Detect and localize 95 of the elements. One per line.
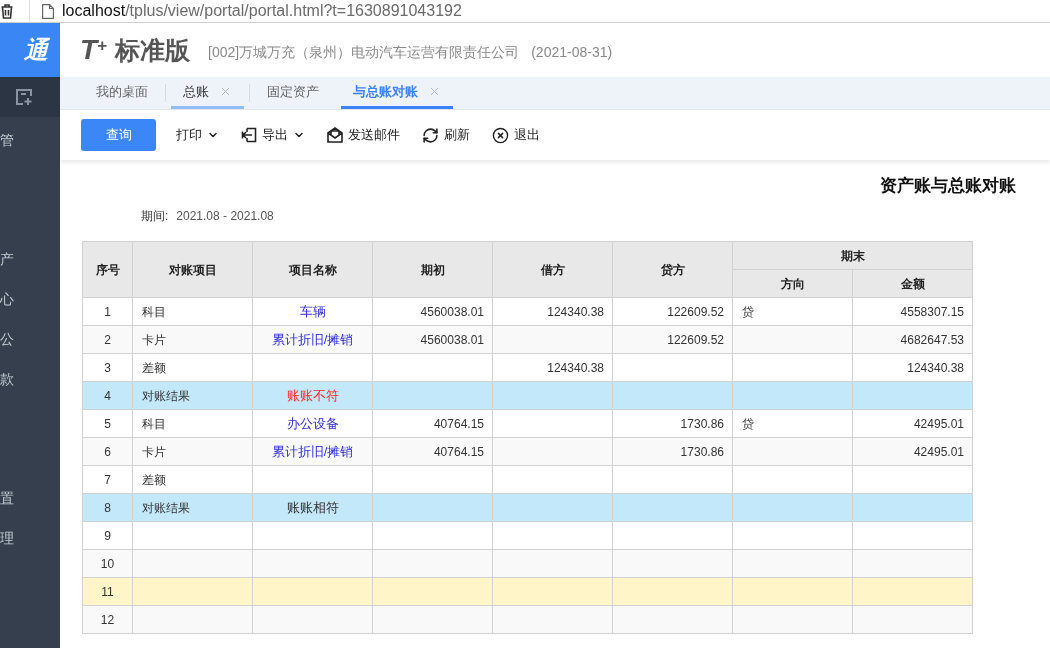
table-cell: 卡片 bbox=[132, 325, 253, 354]
sidebar-item[interactable]: 心 bbox=[0, 288, 14, 310]
page-icon bbox=[42, 3, 54, 19]
table-row[interactable]: 7 差额 bbox=[82, 465, 973, 494]
trash-icon[interactable] bbox=[1, 3, 13, 19]
item-name: 累计折旧/摊销 bbox=[271, 443, 354, 459]
table-row[interactable]: 11 bbox=[82, 577, 973, 606]
table-cell: 4560038.01 bbox=[372, 297, 493, 326]
table-cell: 1 bbox=[82, 297, 133, 326]
table-cell: 8 bbox=[82, 493, 133, 522]
table-cell: 卡片 bbox=[132, 437, 253, 466]
query-button[interactable]: 查询 bbox=[81, 119, 156, 151]
export-icon bbox=[241, 127, 257, 143]
item-name: 账账相符 bbox=[286, 499, 339, 515]
table-row[interactable]: 5 科目 办公设备 40764.15 1730.86 贷 42495.01 bbox=[82, 409, 973, 438]
brand-banner: 通 bbox=[0, 23, 60, 77]
report-title: 资产账与总账对账 bbox=[880, 176, 1016, 196]
column-header: 对账项目 bbox=[132, 241, 253, 298]
product-logo: T$^{+}$ bbox=[80, 36, 108, 64]
refresh-icon bbox=[422, 126, 439, 144]
item-name: 车辆 bbox=[299, 303, 326, 319]
table-cell: 9 bbox=[82, 521, 133, 550]
table-cell: 差额 bbox=[132, 465, 253, 494]
table-cell: 42495.01 bbox=[852, 437, 973, 466]
table-row[interactable]: 4 对账结果 账账不符 bbox=[82, 381, 973, 410]
table-cell: 6 bbox=[82, 437, 133, 466]
toolbar-button[interactable]: 刷新 bbox=[422, 125, 470, 145]
table-row[interactable]: 6 卡片 累计折旧/摊销 40764.15 1730.86 42495.01 bbox=[82, 437, 973, 466]
item-name: 账账不符 bbox=[286, 387, 339, 403]
column-header: 序号 bbox=[82, 241, 133, 298]
toolbar-button[interactable]: 发送邮件 bbox=[327, 125, 400, 145]
table-cell: 贷 bbox=[732, 409, 853, 438]
table-cell: 科目 bbox=[132, 297, 253, 326]
table-row[interactable]: 10 bbox=[82, 549, 973, 578]
table-cell: 1730.86 bbox=[612, 437, 733, 466]
table-cell: 124340.38 bbox=[492, 353, 613, 382]
table-cell: 贷 bbox=[732, 297, 853, 326]
table-cell: 1730.86 bbox=[612, 409, 733, 438]
column-header: 期初 bbox=[372, 241, 493, 298]
table-cell: 科目 bbox=[132, 409, 253, 438]
table-cell: 4682647.53 bbox=[852, 325, 973, 354]
column-header: 方向 bbox=[732, 269, 853, 298]
address-field[interactable]: localhost/tplus/view/portal/portal.html?t=1630891043192 bbox=[29, 0, 1050, 22]
table-cell: 对账结果 bbox=[132, 493, 253, 522]
table-row[interactable]: 1 科目 车辆 4560038.01 124340.38 122609.52 贷 4558307.15 bbox=[82, 297, 973, 326]
column-header: 期末 bbox=[732, 241, 973, 270]
table-row[interactable]: 2 卡片 累计折旧/摊销 4560038.01 122609.52 4682647.53 bbox=[82, 325, 973, 354]
table-cell: 124340.38 bbox=[492, 297, 613, 326]
table-cell: 3 bbox=[82, 353, 133, 382]
table-cell: 122609.52 bbox=[612, 325, 733, 354]
table-cell: 4560038.01 bbox=[372, 325, 493, 354]
column-header: 贷方 bbox=[612, 241, 733, 298]
table-row[interactable]: 8 对账结果 账账相符 bbox=[82, 493, 973, 522]
period-value: 2021.08 - 2021.08 bbox=[176, 208, 274, 225]
table-row[interactable]: 9 bbox=[82, 521, 973, 550]
sidebar-item[interactable]: 置 bbox=[0, 487, 14, 509]
sidebar-item[interactable]: 产 bbox=[0, 248, 14, 270]
table-cell: 5 bbox=[82, 409, 133, 438]
toolbar-button[interactable]: 打印 bbox=[176, 125, 219, 145]
sidebar-item[interactable]: 公 bbox=[0, 328, 14, 350]
tab[interactable]: 我的桌面 bbox=[84, 77, 160, 109]
envelope-icon bbox=[327, 127, 343, 143]
item-name: 累计折旧/摊销 bbox=[271, 331, 354, 347]
table-cell: 对账结果 bbox=[132, 381, 253, 410]
sidebar-item[interactable]: 理 bbox=[0, 527, 14, 549]
column-header: 项目名称 bbox=[252, 241, 373, 298]
table-cell: 差额 bbox=[132, 353, 253, 382]
column-header: 借方 bbox=[492, 241, 613, 298]
table-cell: 4558307.15 bbox=[852, 297, 973, 326]
table-row[interactable]: 3 差额 124340.38 124340.38 bbox=[82, 353, 973, 382]
table-cell: 7 bbox=[82, 465, 133, 494]
period-label: 期间: bbox=[141, 208, 169, 225]
table-row[interactable]: 12 bbox=[82, 605, 973, 634]
table-cell: 4 bbox=[82, 381, 133, 410]
toolbar-button[interactable]: 退出 bbox=[492, 125, 540, 145]
column-header: 金额 bbox=[852, 269, 973, 298]
table-cell: 40764.15 bbox=[372, 437, 493, 466]
edition-title: 标准版 bbox=[115, 37, 191, 63]
sidebar-item[interactable]: 管 bbox=[0, 129, 14, 151]
table-cell: 122609.52 bbox=[612, 297, 733, 326]
tab[interactable]: 固定资产 bbox=[255, 77, 331, 109]
company-name: [002]万城万充（泉州）电动汽车运营有限责任公司 bbox=[208, 42, 520, 62]
table-cell: 42495.01 bbox=[852, 409, 973, 438]
report-date: (2021-08-31) bbox=[531, 42, 613, 62]
close-circle-icon bbox=[492, 126, 509, 144]
square-plus-icon[interactable] bbox=[15, 88, 33, 106]
table-cell: 11 bbox=[82, 577, 133, 606]
table-cell: 2 bbox=[82, 325, 133, 354]
sidebar-item[interactable]: 款 bbox=[0, 368, 14, 390]
table-cell: 10 bbox=[82, 549, 133, 578]
toolbar-button[interactable]: 导出 bbox=[241, 125, 305, 145]
table-cell: 124340.38 bbox=[852, 353, 973, 382]
table-cell: 40764.15 bbox=[372, 409, 493, 438]
item-name: 办公设备 bbox=[286, 415, 339, 431]
table-cell: 12 bbox=[82, 605, 133, 634]
